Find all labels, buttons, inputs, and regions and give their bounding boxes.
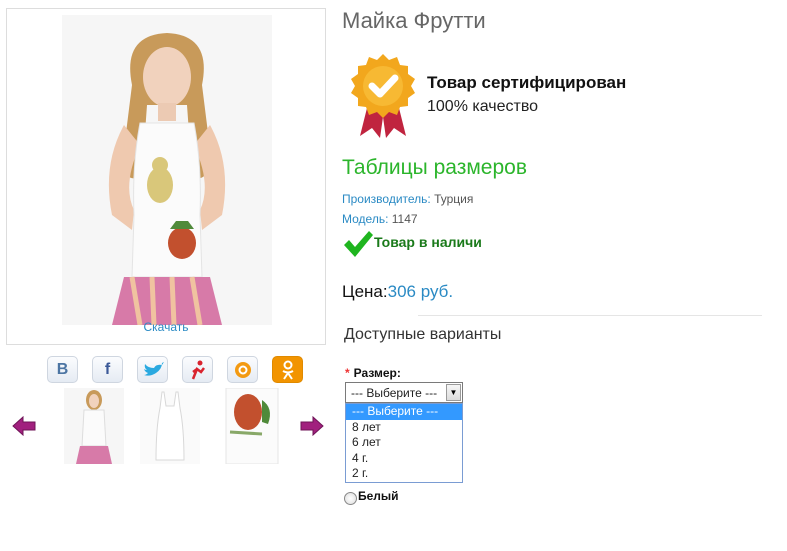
- manufacturer-value: Турция: [434, 192, 474, 206]
- model-value: 1147: [391, 212, 418, 226]
- size-label: * Размер:: [345, 366, 401, 380]
- certificate-title: Товар сертифицирован: [427, 73, 627, 92]
- prev-arrow-icon[interactable]: [12, 416, 36, 436]
- product-photo: [62, 15, 272, 325]
- price-value: 306 руб.: [387, 282, 454, 301]
- vk-icon[interactable]: В: [47, 356, 78, 383]
- size-option[interactable]: 8 лет: [346, 420, 462, 436]
- required-mark: *: [345, 366, 350, 380]
- divider: [418, 315, 762, 316]
- stock-text: Товар в наличи: [374, 234, 482, 250]
- manufacturer-label[interactable]: Производитель:: [342, 192, 431, 206]
- size-chart-link[interactable]: Таблицы размеров: [342, 156, 527, 180]
- moimir-icon[interactable]: [182, 356, 213, 383]
- checkmark-icon: [344, 231, 373, 257]
- product-title: Майка Фрутти: [342, 8, 486, 33]
- size-dropdown-list: --- Выберите --- 8 лет 6 лет 4 г. 2 г.: [345, 403, 463, 483]
- mailru-icon[interactable]: [227, 356, 258, 383]
- color-option-white[interactable]: Белый: [344, 486, 399, 505]
- size-select[interactable]: --- Выберите --- ▼: [345, 382, 463, 403]
- size-option[interactable]: 6 лет: [346, 435, 462, 451]
- facebook-icon[interactable]: f: [92, 356, 123, 383]
- size-option[interactable]: 4 г.: [346, 451, 462, 467]
- size-select-value: --- Выберите ---: [351, 386, 438, 400]
- model-label: Модель:: [342, 212, 389, 226]
- price: Цена:306 руб.: [342, 282, 453, 302]
- main-product-image[interactable]: Скачать: [6, 8, 326, 345]
- thumbnail-3[interactable]: [222, 388, 282, 464]
- price-label: Цена:: [342, 282, 388, 301]
- download-link[interactable]: Скачать: [7, 320, 325, 334]
- size-option[interactable]: 2 г.: [346, 466, 462, 482]
- chevron-down-icon[interactable]: ▼: [446, 384, 461, 401]
- variants-heading: Доступные варианты: [344, 326, 502, 343]
- thumbnail-2[interactable]: [140, 388, 200, 464]
- thumbnail-strip: [12, 388, 328, 466]
- model-row: Модель: 1147: [342, 212, 418, 226]
- radio-button[interactable]: [344, 492, 357, 505]
- twitter-icon[interactable]: [137, 356, 168, 383]
- color-option-label: Белый: [358, 488, 399, 503]
- certificate-badge-icon: [351, 54, 415, 138]
- size-option[interactable]: --- Выберите ---: [346, 404, 462, 420]
- social-share-bar: В f: [47, 356, 303, 383]
- odnoklassniki-icon[interactable]: [272, 356, 303, 383]
- thumbnail-1[interactable]: [64, 388, 124, 464]
- certificate-subtitle: 100% качество: [427, 98, 539, 115]
- stock-status: Товар в наличи: [343, 230, 482, 258]
- manufacturer-row: Производитель: Турция: [342, 192, 473, 206]
- next-arrow-icon[interactable]: [300, 416, 324, 436]
